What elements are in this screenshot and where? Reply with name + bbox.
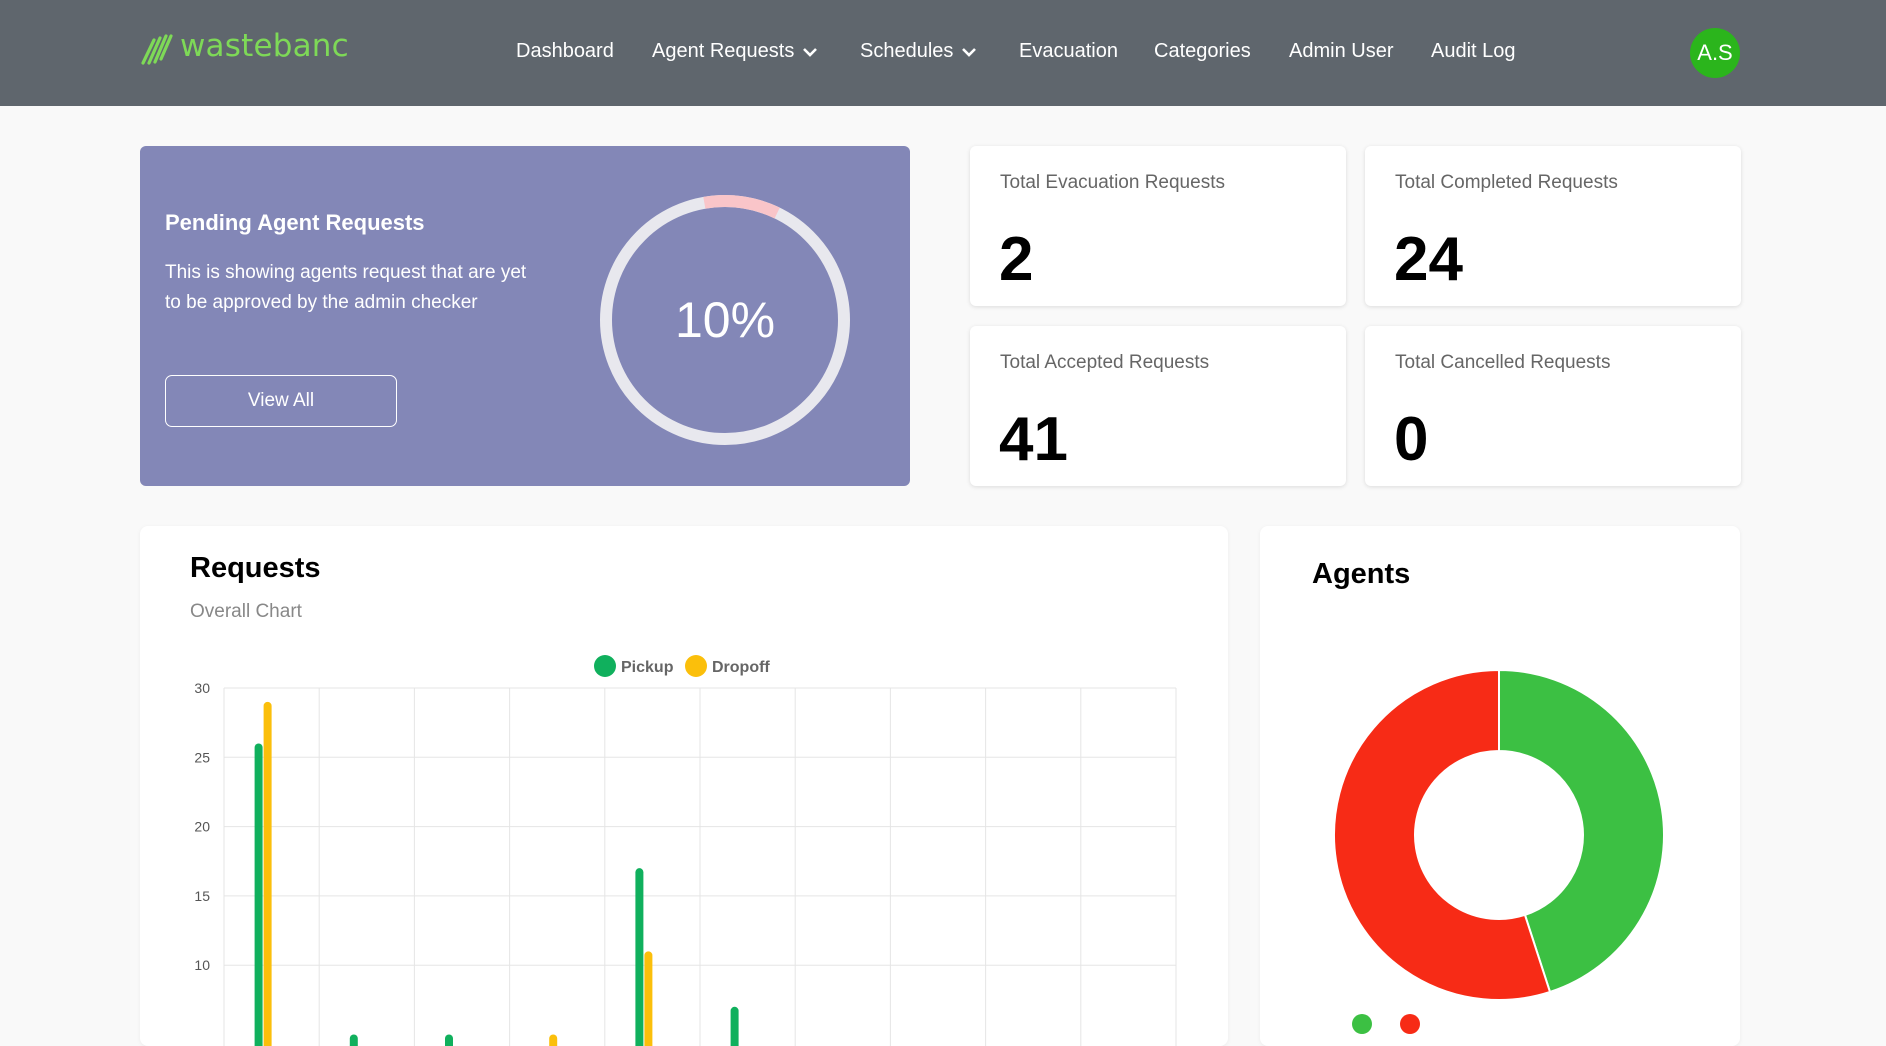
nav-categories-label: Categories [1154,40,1251,63]
legend-item-inactive[interactable] [1400,1014,1426,1034]
legend-dot [1400,1014,1420,1034]
legend-item-active[interactable] [1352,1014,1378,1034]
stat-value: 24 [1394,224,1463,295]
y-tick-label: 30 [194,680,210,696]
nav-categories[interactable]: Categories [1154,40,1251,63]
bar-pickup[interactable] [255,743,263,1046]
legend-dot [1352,1014,1372,1034]
logo-stripes-icon [140,30,174,66]
stat-card-accepted: Total Accepted Requests 41 [970,326,1346,486]
nav-agent-requests[interactable]: Agent Requests [652,40,818,63]
nav-audit-log[interactable]: Audit Log [1431,40,1516,63]
legend-dot-dropoff[interactable] [685,655,707,677]
stat-card-evacuation: Total Evacuation Requests 2 [970,146,1346,306]
nav-evacuation-label: Evacuation [1019,40,1118,63]
nav-dashboard[interactable]: Dashboard [516,40,614,63]
nav-admin-user-label: Admin User [1289,40,1393,63]
stat-label: Total Evacuation Requests [1000,172,1225,194]
y-tick-label: 20 [194,819,210,835]
pending-description: This is showing agents request that are … [165,258,545,318]
nav-agent-requests-label: Agent Requests [652,40,794,63]
bar-dropoff[interactable] [549,1035,557,1046]
legend-label-pickup[interactable]: Pickup [621,659,674,676]
top-navbar: wastebanc Dashboard Agent Requests Sched… [0,0,1886,106]
y-tick-label: 15 [194,888,210,904]
logo-text: wastebanc [180,28,349,64]
y-tick-label: 25 [194,749,210,765]
stat-label: Total Completed Requests [1395,172,1618,194]
stat-label: Total Cancelled Requests [1395,352,1610,374]
view-all-button[interactable]: View All [165,375,397,427]
bar-pickup[interactable] [635,868,643,1046]
legend-dot-pickup[interactable] [594,655,616,677]
avatar[interactable]: A.S [1690,28,1740,78]
bar-pickup[interactable] [350,1035,358,1046]
chevron-down-icon [961,46,977,58]
stat-label: Total Accepted Requests [1000,352,1209,374]
chevron-down-icon [802,46,818,58]
nav-schedules-label: Schedules [860,40,953,63]
agents-chart-card: Agents [1260,526,1740,1046]
stat-card-completed: Total Completed Requests 24 [1365,146,1741,306]
y-tick-label: 10 [194,957,210,973]
pending-agent-requests-card: Pending Agent Requests This is showing a… [140,146,910,486]
bar-pickup[interactable] [445,1035,453,1046]
stat-card-cancelled: Total Cancelled Requests 0 [1365,326,1741,486]
stat-value: 41 [999,404,1068,475]
stat-value: 0 [1394,404,1428,475]
nav-admin-user[interactable]: Admin User [1289,40,1393,63]
nav-dashboard-label: Dashboard [516,40,614,63]
requests-chart-card: Requests Overall Chart 3025201510PickupD… [140,526,1228,1046]
stat-value: 2 [999,224,1033,295]
agents-donut-chart [1260,526,1740,1046]
bar-pickup[interactable] [731,1007,739,1046]
bar-dropoff[interactable] [264,702,272,1046]
nav-schedules[interactable]: Schedules [860,40,977,63]
nav-evacuation[interactable]: Evacuation [1019,40,1118,63]
bar-dropoff[interactable] [644,951,652,1046]
logo[interactable]: wastebanc [140,30,349,66]
pending-percent: 10% [595,190,855,450]
nav-audit-log-label: Audit Log [1431,40,1516,63]
agents-legend [1352,1014,1426,1034]
legend-label-dropoff[interactable]: Dropoff [712,659,770,676]
requests-bar-chart: 30 25 20 15 10 Pickup Dropoff [140,526,1228,1046]
pending-title: Pending Agent Requests [165,210,425,236]
